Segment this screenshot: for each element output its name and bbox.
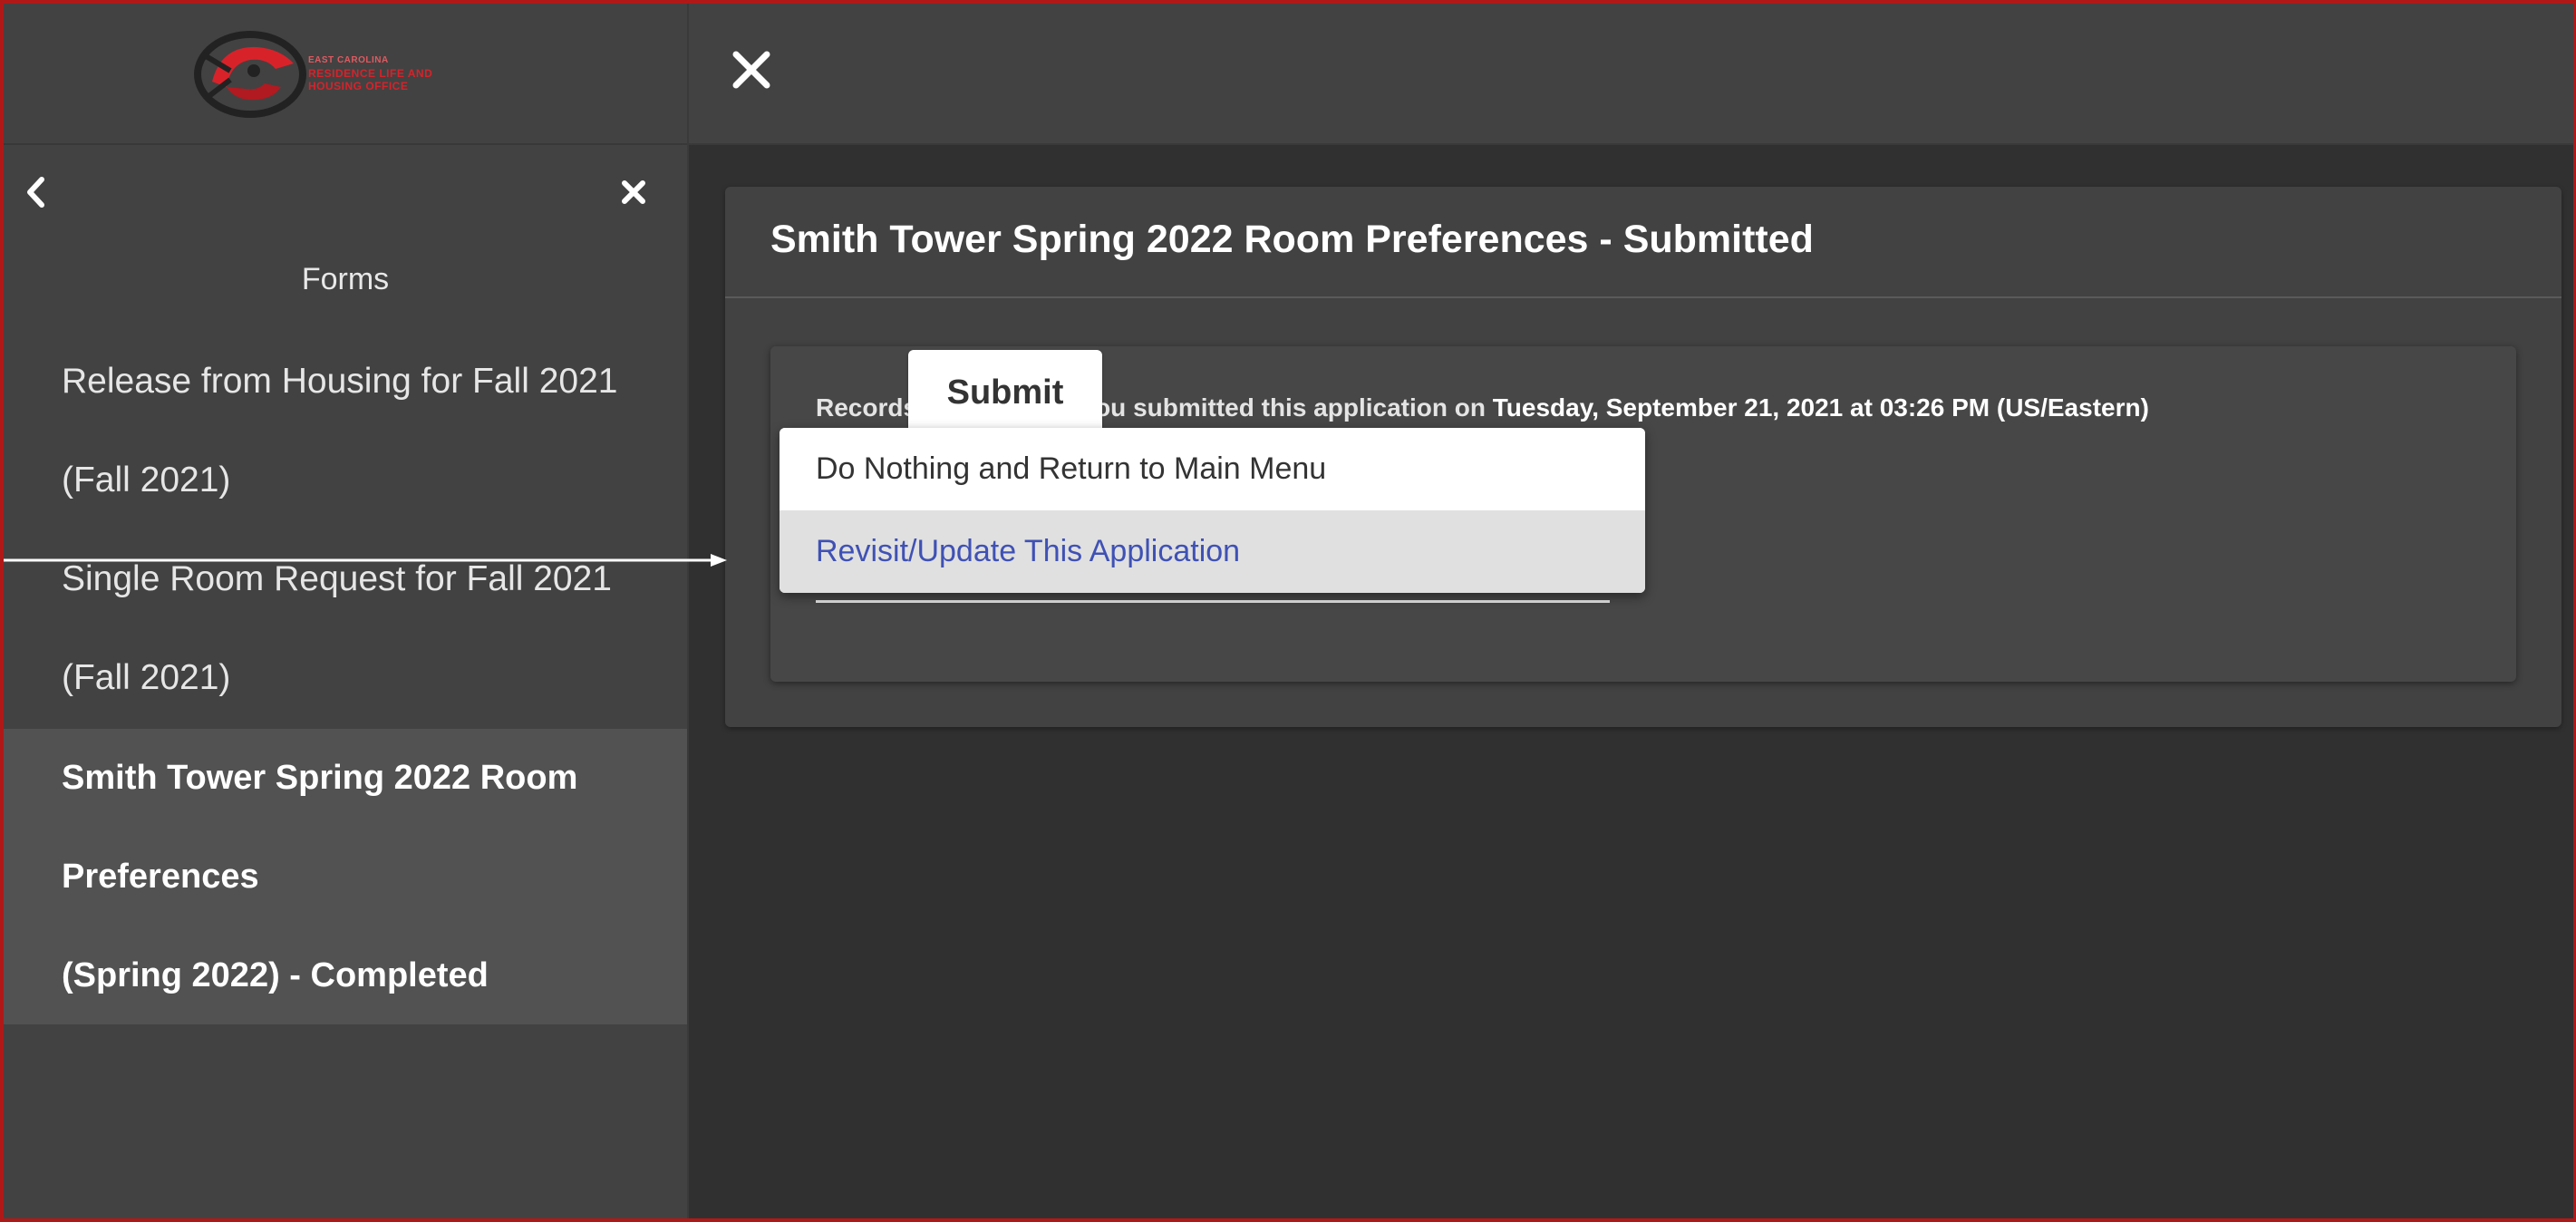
- pointer-arrow: [4, 554, 727, 567]
- logo-area: EAST CAROLINA RESIDENCE LIFE AND HOUSING…: [4, 4, 687, 145]
- sidebar-item-label: Release from Housing for Fall 2021: [62, 362, 618, 401]
- divider: [725, 296, 2561, 298]
- chevron-left-icon: [27, 177, 44, 208]
- sidebar-item-label: Smith Tower Spring 2022 Room: [62, 759, 578, 797]
- sidebar-close-button[interactable]: [616, 174, 651, 210]
- page-title: Smith Tower Spring 2022 Room Preferences…: [770, 218, 1814, 261]
- option-revisit-update-application[interactable]: Revisit/Update This Application: [780, 510, 1645, 593]
- sidebar-item-term: (Fall 2021): [62, 461, 231, 499]
- action-select-underline[interactable]: [816, 600, 1610, 603]
- close-form-button[interactable]: [723, 42, 780, 98]
- close-icon: [732, 51, 770, 89]
- sidebar-item-label-cont: Preferences: [62, 858, 259, 896]
- close-icon: [622, 180, 645, 204]
- submit-button[interactable]: Submit: [908, 350, 1102, 435]
- sidebar-item-release-from-housing[interactable]: Release from Housing for Fall 2021 (Fall…: [4, 332, 687, 529]
- logo: EAST CAROLINA RESIDENCE LIFE AND HOUSING…: [194, 27, 475, 118]
- logo-line-2: RESIDENCE LIFE AND: [308, 67, 433, 80]
- sidebar-item-smith-tower-active[interactable]: Smith Tower Spring 2022 Room Preferences…: [4, 729, 687, 1024]
- sidebar-item-term: (Fall 2021): [62, 658, 231, 697]
- sidebar-item-status: (Spring 2022) - Completed: [62, 956, 489, 994]
- action-dropdown-menu: Do Nothing and Return to Main Menu Revis…: [780, 428, 1645, 593]
- app-frame: EAST CAROLINA RESIDENCE LIFE AND HOUSING…: [0, 0, 2576, 1222]
- sidebar-item-label: Single Room Request for Fall 2021: [62, 559, 612, 598]
- pirate-logo-icon: [194, 31, 306, 118]
- sidebar-heading: Forms: [301, 262, 390, 296]
- option-return-to-main-menu[interactable]: Do Nothing and Return to Main Menu: [780, 428, 1645, 510]
- logo-line-3: HOUSING OFFICE: [308, 80, 409, 92]
- submission-datetime: Tuesday, September 21, 2021 at 03:26 PM …: [1492, 393, 2149, 422]
- top-bar: [689, 4, 2573, 145]
- sidebar: EAST CAROLINA RESIDENCE LIFE AND HOUSING…: [4, 4, 689, 1218]
- logo-text: EAST CAROLINA RESIDENCE LIFE AND HOUSING…: [308, 54, 432, 92]
- sidebar-back-button[interactable]: [20, 174, 51, 210]
- logo-line-1: EAST CAROLINA: [308, 55, 389, 65]
